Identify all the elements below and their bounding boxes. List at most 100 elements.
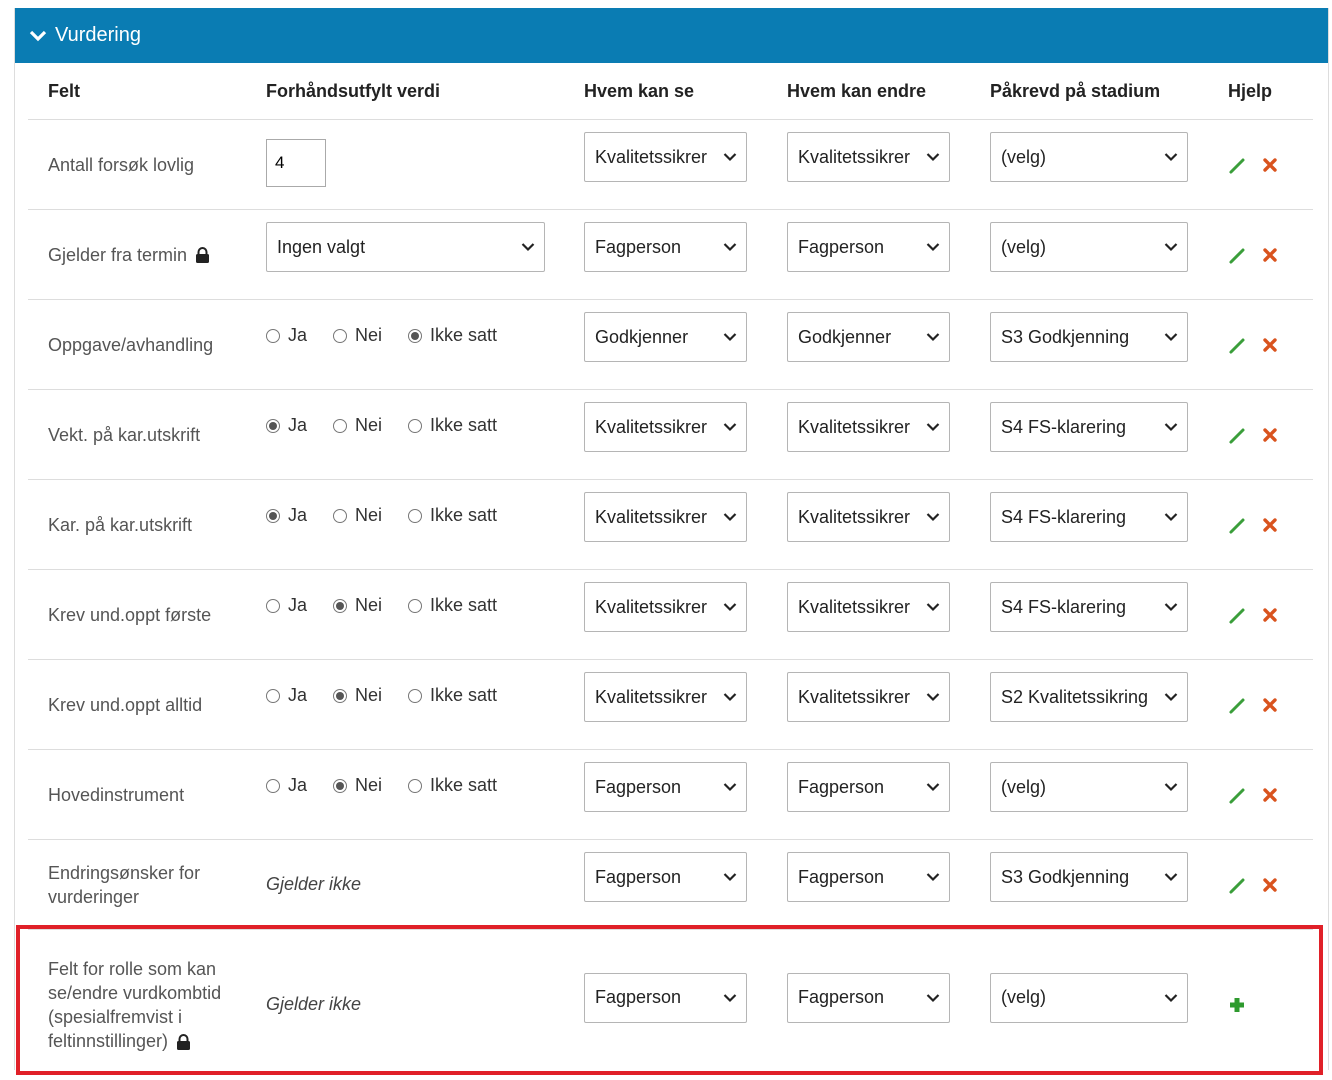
radio-yes[interactable]: Ja (266, 325, 307, 346)
radio-unset[interactable]: Ikke satt (408, 775, 497, 796)
radio-button[interactable] (408, 328, 423, 343)
edit-icon[interactable] (1228, 425, 1248, 445)
edit-icon[interactable] (1228, 785, 1248, 805)
radio-button[interactable] (266, 328, 280, 343)
radio-yes[interactable]: Ja (266, 595, 307, 616)
radio-button[interactable] (408, 688, 423, 703)
radio-unset[interactable]: Ikke satt (408, 325, 497, 346)
radio-button[interactable] (333, 328, 348, 343)
radio-unset[interactable]: Ikke satt (408, 415, 497, 436)
stage-select[interactable]: S3 Godkjenning (990, 852, 1188, 903)
delete-icon[interactable] (1262, 157, 1278, 173)
col-prefilled: Forhåndsutfylt verdi (246, 63, 564, 120)
stage-cell: S2 Kvalitetssikring (970, 659, 1208, 750)
chevron-down-icon (521, 243, 535, 252)
radio-button[interactable] (408, 778, 423, 793)
delete-icon[interactable] (1262, 247, 1278, 263)
prefill-cell: Ja Nei Ikke satt (246, 479, 564, 570)
edit-icon[interactable] (1228, 875, 1248, 895)
edit-icon[interactable] (1228, 695, 1248, 715)
radio-unset[interactable]: Ikke satt (408, 685, 497, 706)
radio-unset[interactable]: Ikke satt (408, 595, 497, 616)
can-see-select[interactable]: Kvalitetssikrer (584, 672, 747, 723)
edit-icon[interactable] (1228, 515, 1248, 535)
add-icon[interactable] (1228, 996, 1246, 1014)
radio-button[interactable] (408, 508, 423, 523)
can-edit-select[interactable]: Fagperson (787, 852, 950, 903)
radio-button[interactable] (408, 418, 423, 433)
radio-button[interactable] (333, 418, 348, 433)
stage-select[interactable]: (velg) (990, 972, 1188, 1023)
radio-button[interactable] (266, 598, 280, 613)
chevron-down-icon (1164, 603, 1178, 612)
radio-yes[interactable]: Ja (266, 775, 307, 796)
delete-icon[interactable] (1262, 787, 1278, 803)
can-see-select[interactable]: Kvalitetssikrer (584, 492, 747, 543)
radio-yes[interactable]: Ja (266, 505, 307, 526)
stage-select[interactable]: S3 Godkjenning (990, 312, 1188, 363)
can-edit-select[interactable]: Kvalitetssikrer (787, 132, 950, 183)
can-see-select[interactable]: Fagperson (584, 852, 747, 903)
can-edit-select[interactable]: Kvalitetssikrer (787, 582, 950, 633)
can-edit-select[interactable]: Fagperson (787, 972, 950, 1023)
edit-icon[interactable] (1228, 605, 1248, 625)
table-row: Felt for rolle som kan se/endre vurdkomb… (28, 930, 1313, 1080)
can-see-select[interactable]: Fagperson (584, 222, 747, 273)
can-see-select[interactable]: Kvalitetssikrer (584, 582, 747, 633)
edit-icon[interactable] (1228, 155, 1248, 175)
stage-select[interactable]: S2 Kvalitetssikring (990, 672, 1188, 723)
chevron-down-icon (926, 243, 940, 252)
stage-select[interactable]: S4 FS-klarering (990, 492, 1188, 543)
radio-no[interactable]: Nei (333, 505, 382, 526)
can-edit-select[interactable]: Kvalitetssikrer (787, 672, 950, 723)
stage-select[interactable]: S4 FS-klarering (990, 402, 1188, 453)
radio-button[interactable] (333, 508, 348, 523)
stage-select[interactable]: (velg) (990, 762, 1188, 813)
edit-icon[interactable] (1228, 335, 1248, 355)
delete-icon[interactable] (1262, 877, 1278, 893)
section-header[interactable]: Vurdering (15, 8, 1328, 63)
field-label: Kar. på kar.utskrift (28, 479, 246, 570)
can-see-select[interactable]: Kvalitetssikrer (584, 132, 747, 183)
radio-button[interactable] (333, 778, 348, 793)
radio-button[interactable] (333, 598, 348, 613)
delete-icon[interactable] (1262, 427, 1278, 443)
can-see-select[interactable]: Fagperson (584, 762, 747, 813)
delete-icon[interactable] (1262, 517, 1278, 533)
radio-yes[interactable]: Ja (266, 415, 307, 436)
stage-select[interactable]: S4 FS-klarering (990, 582, 1188, 633)
radio-button[interactable] (408, 598, 423, 613)
radio-no[interactable]: Nei (333, 685, 382, 706)
can-edit-select[interactable]: Godkjenner (787, 312, 950, 363)
radio-button[interactable] (266, 778, 280, 793)
radio-unset[interactable]: Ikke satt (408, 505, 497, 526)
delete-icon[interactable] (1262, 697, 1278, 713)
stage-select[interactable]: (velg) (990, 222, 1188, 273)
edit-icon[interactable] (1228, 245, 1248, 265)
radio-button[interactable] (266, 688, 280, 703)
radio-yes[interactable]: Ja (266, 685, 307, 706)
table-row: Krev und.oppt første Ja Nei Ikke satt Kvalit… (28, 569, 1313, 660)
termin-select[interactable]: Ingen valgt (266, 222, 545, 273)
can-edit-select[interactable]: Fagperson (787, 762, 950, 813)
radio-no[interactable]: Nei (333, 595, 382, 616)
can-edit-select[interactable]: Fagperson (787, 222, 950, 273)
radio-no[interactable]: Nei (333, 775, 382, 796)
radio-no[interactable]: Nei (333, 415, 382, 436)
can-edit-select[interactable]: Kvalitetssikrer (787, 402, 950, 453)
delete-icon[interactable] (1262, 607, 1278, 623)
radio-button[interactable] (333, 688, 348, 703)
help-cell (1208, 569, 1313, 660)
col-required-stage: Påkrevd på stadium (970, 63, 1208, 120)
can-see-cell: Fagperson (564, 930, 767, 1080)
can-see-select[interactable]: Kvalitetssikrer (584, 402, 747, 453)
can-see-select[interactable]: Fagperson (584, 972, 747, 1023)
radio-button[interactable] (266, 418, 280, 433)
can-see-select[interactable]: Godkjenner (584, 312, 747, 363)
radio-no[interactable]: Nei (333, 325, 382, 346)
stage-select[interactable]: (velg) (990, 132, 1188, 183)
can-edit-select[interactable]: Kvalitetssikrer (787, 492, 950, 543)
radio-button[interactable] (266, 508, 280, 523)
attempts-input[interactable] (266, 138, 326, 187)
delete-icon[interactable] (1262, 337, 1278, 353)
